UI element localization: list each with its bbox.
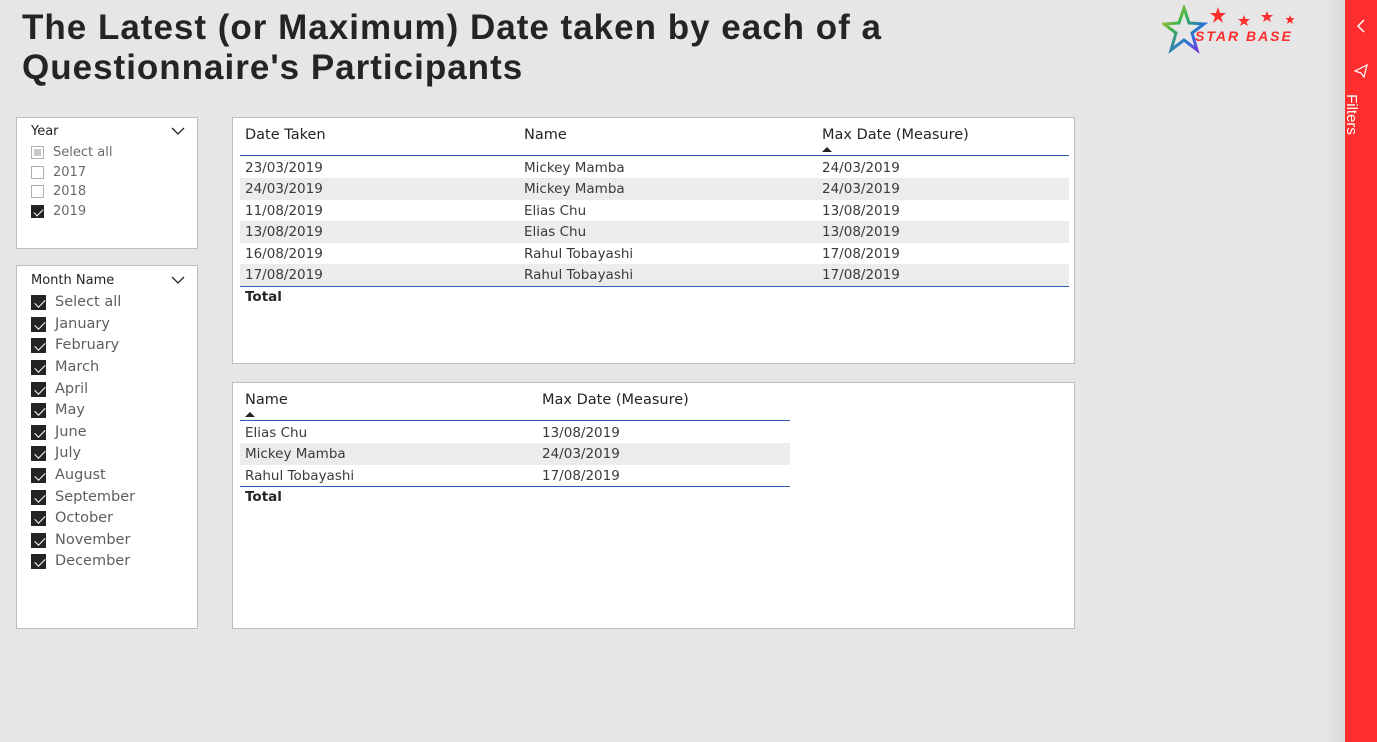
checkbox-checked-icon[interactable]	[31, 316, 46, 332]
column-header-name[interactable]: Name	[245, 392, 288, 408]
detail-table: Date Taken Name Max Date (Measure) 23/03…	[232, 117, 1075, 364]
sort-ascending-icon	[822, 147, 832, 152]
month-option-february[interactable]: February	[31, 335, 119, 355]
checkbox-checked-icon[interactable]	[31, 532, 46, 548]
funnel-icon	[1354, 64, 1368, 78]
total-divider	[240, 486, 790, 487]
column-header-name[interactable]: Name	[524, 127, 567, 143]
sort-ascending-icon	[245, 412, 255, 417]
month-slicer-title: Month Name	[31, 273, 115, 288]
chevron-down-icon[interactable]	[171, 275, 185, 285]
total-label: Total	[245, 489, 282, 505]
checkbox-checked-icon[interactable]	[31, 204, 44, 218]
month-option-july[interactable]: July	[31, 443, 81, 463]
table-row[interactable]: 16/08/2019 Rahul Tobayashi 17/08/2019	[240, 243, 1069, 265]
header-divider	[240, 155, 1069, 156]
month-slicer: Month Name Select all January February M…	[16, 265, 198, 629]
table-row[interactable]: Rahul Tobayashi 17/08/2019	[240, 465, 790, 487]
month-option-may[interactable]: May	[31, 400, 85, 420]
checkbox-checked-icon[interactable]	[31, 337, 46, 353]
month-slicer-header[interactable]: Month Name	[31, 273, 185, 293]
checkbox-icon[interactable]	[31, 184, 44, 198]
checkbox-checked-icon[interactable]	[31, 467, 46, 483]
checkbox-checked-icon[interactable]	[31, 510, 46, 526]
year-slicer-title: Year	[31, 124, 59, 139]
filters-label[interactable]: Filters	[1343, 88, 1375, 148]
header-divider	[240, 420, 790, 421]
table-row[interactable]: 17/08/2019 Rahul Tobayashi 17/08/2019	[240, 264, 1069, 286]
month-option-august[interactable]: August	[31, 465, 106, 485]
column-header-max-date[interactable]: Max Date (Measure)	[822, 127, 969, 143]
checkbox-icon[interactable]	[31, 165, 44, 179]
logo-text: STAR BASE	[1195, 28, 1293, 44]
table-row[interactable]: Elias Chu 13/08/2019	[240, 422, 790, 444]
month-option-march[interactable]: March	[31, 357, 99, 377]
month-option-october[interactable]: October	[31, 508, 113, 528]
total-divider	[240, 286, 1069, 287]
month-option-april[interactable]: April	[31, 379, 88, 399]
month-option-september[interactable]: September	[31, 487, 135, 507]
year-slicer: Year Select all 2017 2018 2019	[16, 117, 198, 249]
checkbox-checked-icon[interactable]	[31, 359, 46, 375]
year-option-2017[interactable]: 2017	[31, 162, 86, 182]
checkbox-checked-icon[interactable]	[31, 424, 46, 440]
checkbox-checked-icon[interactable]	[31, 402, 46, 418]
year-slicer-header[interactable]: Year	[31, 124, 185, 144]
checkbox-checked-icon[interactable]	[31, 553, 46, 569]
table-row[interactable]: Mickey Mamba 24/03/2019	[240, 443, 790, 465]
chevron-down-icon[interactable]	[171, 126, 185, 136]
month-option-select-all[interactable]: Select all	[31, 292, 121, 312]
checkbox-partial-icon[interactable]	[31, 145, 44, 159]
summary-table: Name Max Date (Measure) Elias Chu 13/08/…	[232, 382, 1075, 629]
month-option-january[interactable]: January	[31, 314, 110, 334]
checkbox-checked-icon[interactable]	[31, 445, 46, 461]
total-label: Total	[245, 289, 282, 305]
starbase-logo: STAR BASE	[1159, 3, 1302, 55]
year-option-2018[interactable]: 2018	[31, 181, 86, 201]
checkbox-checked-icon[interactable]	[31, 489, 46, 505]
table-row[interactable]: 11/08/2019 Elias Chu 13/08/2019	[240, 200, 1069, 222]
column-header-max-date[interactable]: Max Date (Measure)	[542, 392, 689, 408]
table-row[interactable]: 13/08/2019 Elias Chu 13/08/2019	[240, 221, 1069, 243]
filters-pane-collapsed[interactable]: Filters	[1343, 0, 1377, 742]
column-header-date-taken[interactable]: Date Taken	[245, 127, 326, 143]
chevron-left-icon[interactable]	[1355, 19, 1367, 33]
table-row[interactable]: 23/03/2019 Mickey Mamba 24/03/2019	[240, 157, 1069, 179]
page-title: The Latest (or Maximum) Date taken by ea…	[22, 8, 882, 87]
year-option-2019[interactable]: 2019	[31, 201, 86, 221]
year-option-select-all[interactable]: Select all	[31, 142, 112, 162]
month-option-june[interactable]: June	[31, 422, 87, 442]
checkbox-checked-icon[interactable]	[31, 381, 46, 397]
month-option-november[interactable]: November	[31, 530, 130, 550]
checkbox-checked-icon[interactable]	[31, 294, 46, 310]
table-row[interactable]: 24/03/2019 Mickey Mamba 24/03/2019	[240, 178, 1069, 200]
month-option-december[interactable]: December	[31, 551, 130, 571]
